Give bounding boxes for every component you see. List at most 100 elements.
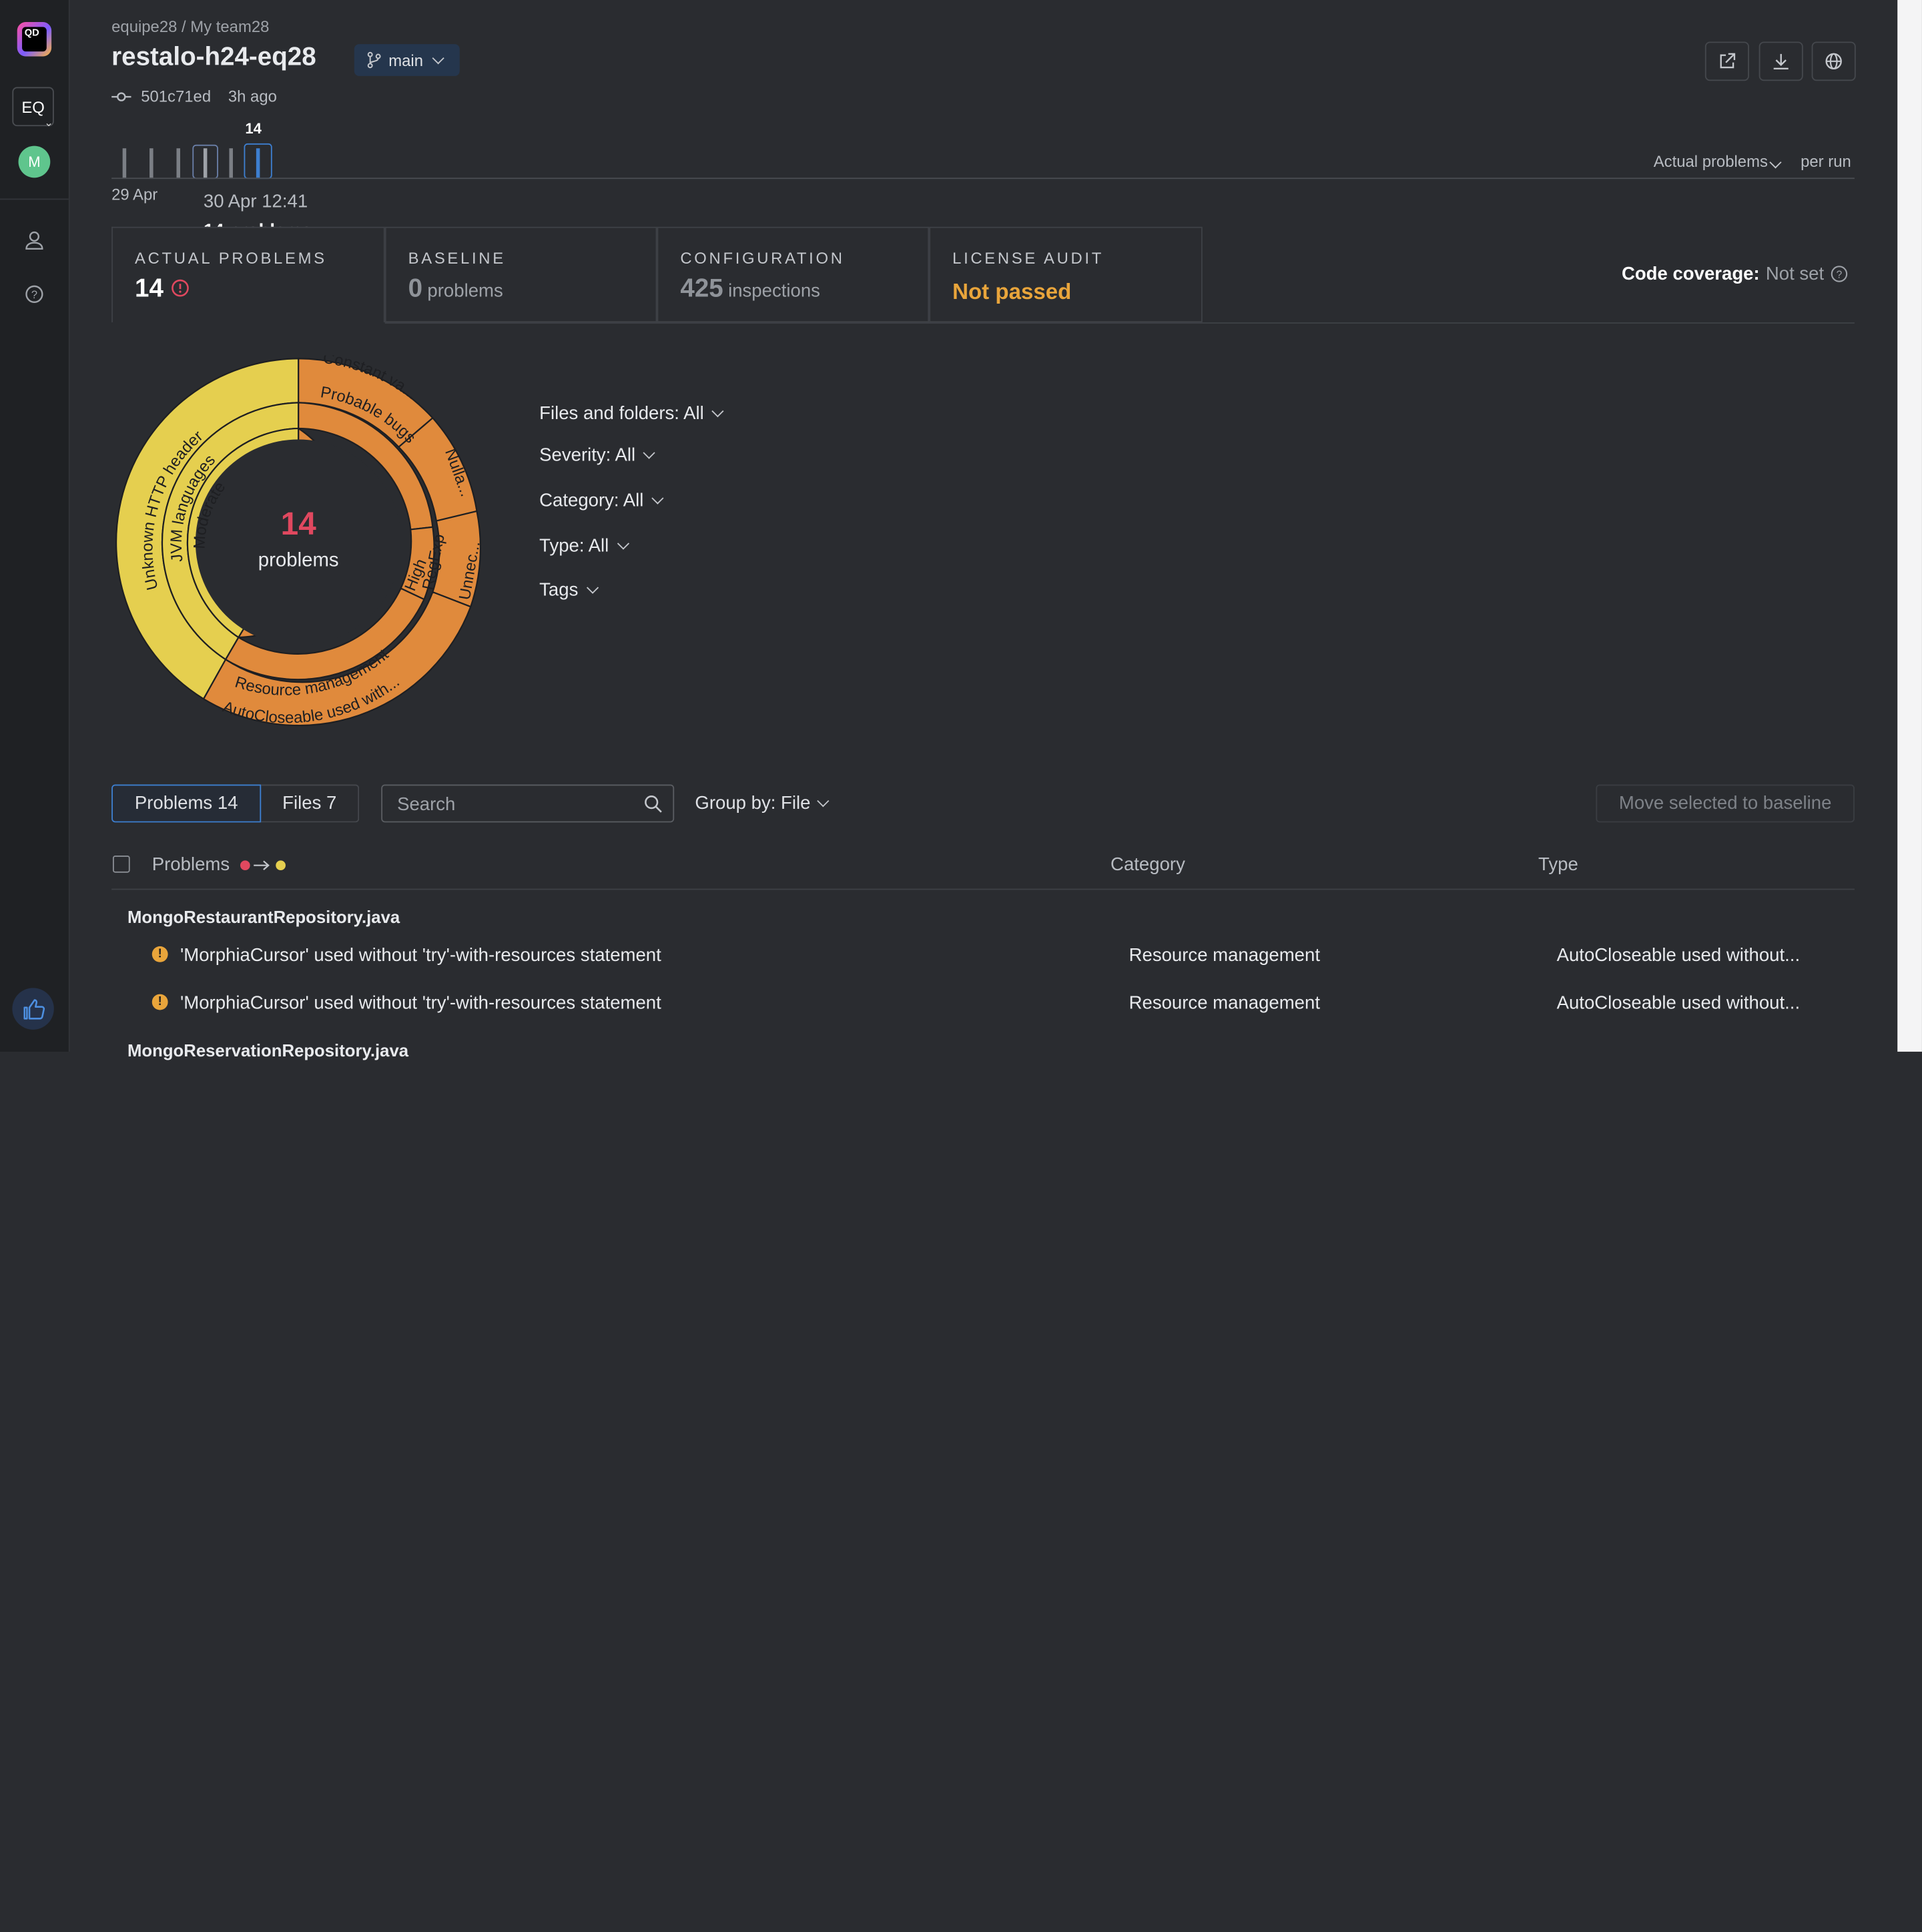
search-icon[interactable] <box>643 794 663 814</box>
feedback-thumbs-up-icon[interactable] <box>12 988 54 1030</box>
qodana-logo-icon[interactable]: QD <box>17 22 52 57</box>
sunburst-center-value: 14 <box>281 507 317 542</box>
avatar[interactable]: M <box>18 145 51 178</box>
file-group-header[interactable]: MongoRestaurantRepository.java <box>127 907 400 926</box>
timeline-run-bar[interactable] <box>203 148 208 178</box>
problems-sunburst-chart: Unknown HTTP header JVM languages Modera… <box>115 356 484 727</box>
actual-count: 14 <box>135 274 164 303</box>
tabs-divider <box>384 322 1855 324</box>
timeline-run-bar[interactable] <box>176 148 180 178</box>
group-by-label: Group by: File <box>695 793 811 814</box>
card-label: BASELINE <box>408 248 506 268</box>
problem-text: 'MorphiaCursor' used without 'try'-with-… <box>180 945 661 966</box>
timeline-run-bar-selected[interactable] <box>256 148 260 178</box>
severity-sort-icon <box>240 860 286 870</box>
chevron-down-icon <box>1769 156 1782 169</box>
rail-divider <box>0 198 69 200</box>
filter-label: Tags <box>539 579 579 601</box>
branch-selector[interactable]: main <box>354 44 460 76</box>
filter-category[interactable]: Category: All <box>539 490 664 511</box>
baseline-count: 0 <box>408 274 423 303</box>
git-branch-icon <box>367 51 381 69</box>
code-coverage: Code coverage: Not set ? <box>1622 264 1849 284</box>
tab-problems[interactable]: Problems 14 <box>111 784 262 823</box>
globe-button[interactable] <box>1811 41 1856 81</box>
timeline-per-run[interactable]: per run <box>1801 152 1851 171</box>
chevron-down-icon <box>643 446 656 459</box>
group-by-dropdown[interactable]: Group by: File <box>695 793 830 814</box>
card-configuration[interactable]: CONFIGURATION 425 inspections <box>657 226 930 323</box>
move-to-baseline-button[interactable]: Move selected to baseline <box>1596 784 1855 823</box>
inspections-count: 425 <box>680 274 723 303</box>
header-label: Problems <box>151 854 230 876</box>
card-value: 14 <box>135 274 190 304</box>
card-actual-problems[interactable]: ACTUAL PROBLEMS 14 <box>111 226 385 323</box>
chevron-down-icon <box>817 795 830 808</box>
filter-type[interactable]: Type: All <box>539 535 629 557</box>
filter-files-folders[interactable]: Files and folders: All <box>539 403 724 424</box>
timeline-run-bar[interactable] <box>122 148 127 178</box>
column-header-category[interactable]: Category <box>1110 854 1185 875</box>
chevron-down-icon: ⌄ <box>44 116 53 129</box>
select-all-checkbox[interactable] <box>112 856 130 873</box>
branch-label: main <box>388 51 424 69</box>
timeline-run-bar[interactable] <box>149 148 153 178</box>
chevron-down-icon <box>651 492 664 505</box>
card-license-audit[interactable]: LICENSE AUDIT Not passed <box>929 226 1203 323</box>
tab-files[interactable]: Files 7 <box>261 784 360 823</box>
problem-type: AutoCloseable used without... <box>1556 945 1801 966</box>
sunburst-center-label: problems <box>258 549 339 571</box>
download-button[interactable] <box>1758 41 1803 81</box>
timeline-axis <box>111 178 1855 180</box>
timeline-run-bar[interactable] <box>229 148 233 178</box>
filter-severity[interactable]: Severity: All <box>539 444 656 466</box>
problem-category: Resource management <box>1129 992 1320 1014</box>
window-edge <box>1897 0 1922 1052</box>
svg-text:?: ? <box>1837 270 1843 281</box>
timeline-start-date: 29 Apr <box>111 185 158 204</box>
file-group-header[interactable]: MongoReservationRepository.java <box>127 1040 408 1060</box>
table-header-divider <box>111 888 1855 890</box>
commit-info: 501c71ed 3h ago <box>111 87 277 105</box>
column-header-type[interactable]: Type <box>1538 854 1578 875</box>
user-icon[interactable] <box>22 228 47 253</box>
card-label: LICENSE AUDIT <box>952 248 1104 268</box>
external-link-icon <box>1720 53 1736 69</box>
baseline-unit: problems <box>427 280 503 302</box>
commit-time: 3h ago <box>228 87 277 105</box>
chevron-down-icon <box>617 537 629 550</box>
search-box <box>381 784 675 823</box>
problem-type: AutoCloseable used without... <box>1556 992 1801 1014</box>
filter-label: Type: All <box>539 535 609 557</box>
alert-circle-icon <box>172 279 190 297</box>
problem-category: Resource management <box>1129 945 1320 966</box>
card-label: CONFIGURATION <box>680 248 845 268</box>
card-baseline[interactable]: BASELINE 0 problems <box>384 226 657 323</box>
logo-text: QD <box>22 27 47 52</box>
card-value: 425 inspections <box>680 274 820 304</box>
metric-label: Actual problems <box>1653 151 1768 171</box>
help-icon[interactable]: ? <box>1830 265 1849 284</box>
download-icon <box>1773 53 1789 70</box>
inspections-unit: inspections <box>728 280 820 302</box>
commit-icon <box>111 91 131 101</box>
license-status: Not passed <box>952 279 1072 304</box>
search-input[interactable] <box>394 793 633 817</box>
filter-tags[interactable]: Tags <box>539 579 599 601</box>
filter-label: Category: All <box>539 490 644 511</box>
filter-label: Severity: All <box>539 444 636 466</box>
timeline-metric-dropdown[interactable]: Actual problems <box>1653 151 1782 171</box>
warning-icon: ! <box>151 994 168 1010</box>
coverage-value: Not set <box>1765 263 1825 285</box>
card-value: 0 problems <box>408 274 503 304</box>
globe-icon <box>1825 53 1842 70</box>
project-title: restalo-h24-eq28 <box>111 43 316 71</box>
filter-label: Files and folders: All <box>539 403 704 424</box>
column-header-problems[interactable]: Problems <box>152 854 289 875</box>
coverage-label: Code coverage: <box>1621 263 1760 285</box>
open-external-button[interactable] <box>1704 41 1749 81</box>
chevron-down-icon <box>711 405 724 418</box>
commit-hash[interactable]: 501c71ed <box>141 87 211 105</box>
help-icon[interactable]: ? <box>22 282 47 306</box>
breadcrumb[interactable]: equipe28 / My team28 <box>111 17 269 36</box>
